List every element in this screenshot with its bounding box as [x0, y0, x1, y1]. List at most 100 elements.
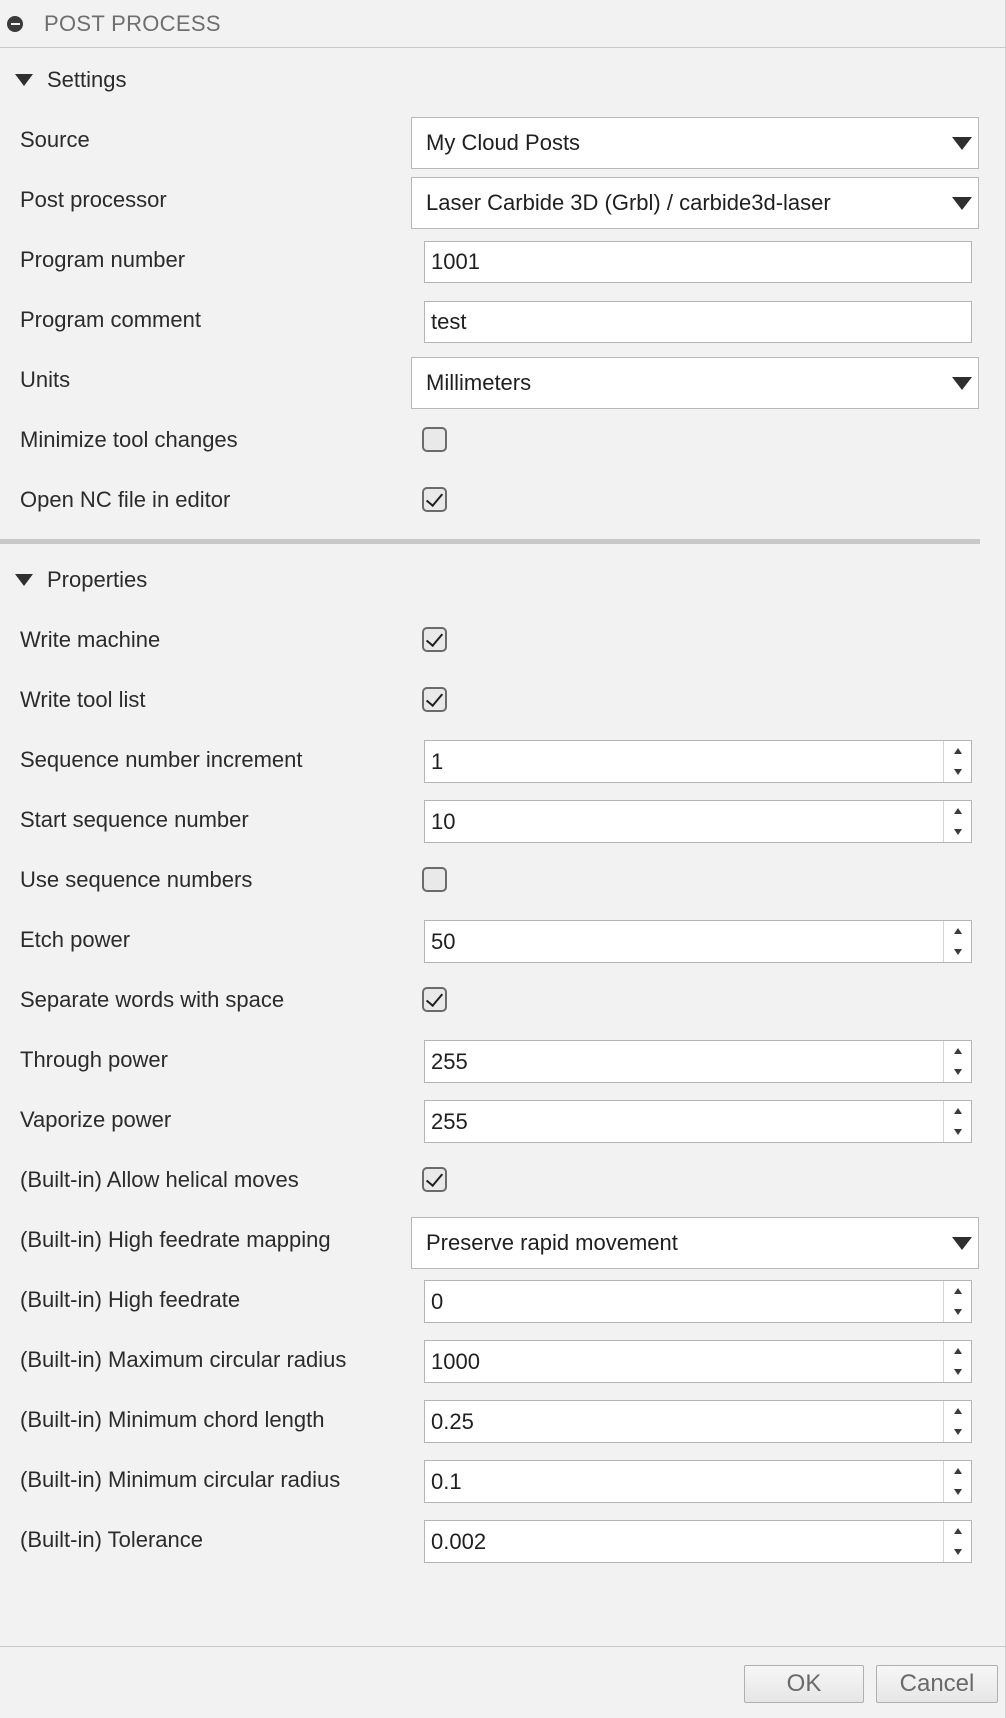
- vaporize-power-input[interactable]: 255: [424, 1100, 972, 1143]
- title-bar: POST PROCESS: [0, 0, 1006, 48]
- high-feedrate-value: 0: [431, 1288, 444, 1314]
- open-nc-file-checkbox[interactable]: [422, 487, 447, 512]
- minimum-chord-length-label: (Built-in) Minimum chord length: [20, 1407, 325, 1432]
- cancel-button[interactable]: Cancel: [876, 1665, 998, 1703]
- write-tool-list-checkbox[interactable]: [422, 687, 447, 712]
- row-units: Units Millimeters: [0, 350, 980, 410]
- spinner-arrows[interactable]: [943, 1281, 971, 1322]
- spinner-up-icon[interactable]: [944, 801, 971, 822]
- row-write-machine: Write machine: [0, 610, 980, 670]
- allow-helical-moves-label: (Built-in) Allow helical moves: [20, 1167, 299, 1192]
- collapse-icon[interactable]: [7, 15, 23, 32]
- minimize-tool-changes-checkbox[interactable]: [422, 427, 447, 452]
- high-feedrate-mapping-label: (Built-in) High feedrate mapping: [20, 1227, 331, 1252]
- high-feedrate-input[interactable]: 0: [424, 1280, 972, 1323]
- maximum-circular-radius-input[interactable]: 1000: [424, 1340, 972, 1383]
- program-number-label: Program number: [20, 247, 186, 272]
- row-sequence-number-increment: Sequence number increment 1: [0, 730, 980, 790]
- spinner-up-icon[interactable]: [944, 921, 971, 942]
- row-program-number: Program number 1001: [0, 230, 980, 290]
- spinner-up-icon[interactable]: [944, 1041, 971, 1062]
- minimum-circular-radius-input[interactable]: 0.1: [424, 1460, 972, 1503]
- program-comment-value: test: [431, 309, 467, 334]
- section-divider[interactable]: [0, 539, 980, 544]
- spinner-arrows[interactable]: [943, 1101, 971, 1142]
- row-program-comment: Program comment test: [0, 290, 980, 350]
- row-post-processor: Post processor Laser Carbide 3D (Grbl) /…: [0, 170, 980, 230]
- row-separate-words: Separate words with space: [0, 970, 980, 1030]
- spinner-arrows[interactable]: [943, 921, 971, 962]
- row-high-feedrate-mapping: (Built-in) High feedrate mapping Preserv…: [0, 1210, 980, 1270]
- spinner-down-icon[interactable]: [944, 1362, 971, 1383]
- spinner-down-icon[interactable]: [944, 1422, 971, 1443]
- row-etch-power: Etch power 50: [0, 910, 980, 970]
- high-feedrate-mapping-select[interactable]: Preserve rapid movement: [411, 1217, 979, 1269]
- sequence-number-increment-input[interactable]: 1: [424, 740, 972, 783]
- settings-header-label: Settings: [47, 67, 127, 92]
- source-value: My Cloud Posts: [426, 130, 581, 155]
- spinner-arrows[interactable]: [943, 801, 971, 842]
- tolerance-input[interactable]: 0.002: [424, 1520, 972, 1563]
- program-number-input[interactable]: 1001: [424, 241, 972, 283]
- minimum-chord-length-input[interactable]: 0.25: [424, 1400, 972, 1443]
- spinner-down-icon[interactable]: [944, 822, 971, 843]
- spinner-arrows[interactable]: [943, 1521, 971, 1562]
- program-comment-input[interactable]: test: [424, 301, 972, 343]
- properties-section-header[interactable]: Properties: [0, 560, 147, 600]
- minimum-chord-length-value: 0.25: [431, 1408, 474, 1434]
- spinner-up-icon[interactable]: [944, 1341, 971, 1362]
- spinner-down-icon[interactable]: [944, 1482, 971, 1503]
- spinner-down-icon[interactable]: [944, 1542, 971, 1563]
- start-sequence-number-input[interactable]: 10: [424, 800, 972, 843]
- open-nc-file-label: Open NC file in editor: [20, 487, 231, 512]
- write-machine-checkbox[interactable]: [422, 627, 447, 652]
- spinner-down-icon[interactable]: [944, 1122, 971, 1143]
- spinner-arrows[interactable]: [943, 1341, 971, 1382]
- dropdown-caret-icon: [952, 197, 972, 210]
- spinner-up-icon[interactable]: [944, 741, 971, 762]
- row-high-feedrate: (Built-in) High feedrate 0: [0, 1270, 980, 1330]
- spinner-down-icon[interactable]: [944, 1302, 971, 1323]
- spinner-arrows[interactable]: [943, 1041, 971, 1082]
- use-sequence-numbers-checkbox[interactable]: [422, 867, 447, 892]
- spinner-up-icon[interactable]: [944, 1461, 971, 1482]
- through-power-label: Through power: [20, 1047, 168, 1072]
- spinner-up-icon[interactable]: [944, 1521, 971, 1542]
- post-processor-select[interactable]: Laser Carbide 3D (Grbl) / carbide3d-lase…: [411, 177, 979, 229]
- spinner-down-icon[interactable]: [944, 1062, 971, 1083]
- high-feedrate-mapping-value: Preserve rapid movement: [426, 1230, 678, 1255]
- row-write-tool-list: Write tool list: [0, 670, 980, 730]
- row-use-sequence-numbers: Use sequence numbers: [0, 850, 980, 910]
- spinner-arrows[interactable]: [943, 1461, 971, 1502]
- start-sequence-number-value: 10: [431, 808, 456, 834]
- through-power-input[interactable]: 255: [424, 1040, 972, 1083]
- spinner-up-icon[interactable]: [944, 1281, 971, 1302]
- spinner-arrows[interactable]: [943, 741, 971, 782]
- units-select[interactable]: Millimeters: [411, 357, 979, 409]
- spinner-down-icon[interactable]: [944, 942, 971, 963]
- program-number-value: 1001: [431, 249, 480, 274]
- expand-triangle-icon[interactable]: [15, 74, 33, 86]
- window-title: POST PROCESS: [44, 10, 221, 36]
- separate-words-checkbox[interactable]: [422, 987, 447, 1012]
- separate-words-label: Separate words with space: [20, 987, 285, 1012]
- spinner-up-icon[interactable]: [944, 1401, 971, 1422]
- spinner-down-icon[interactable]: [944, 762, 971, 783]
- etch-power-label: Etch power: [20, 927, 131, 952]
- minimum-circular-radius-value: 0.1: [431, 1468, 462, 1494]
- write-machine-label: Write machine: [20, 627, 161, 652]
- spinner-arrows[interactable]: [943, 1401, 971, 1442]
- tolerance-value: 0.002: [431, 1528, 487, 1554]
- etch-power-value: 50: [431, 928, 456, 954]
- sequence-number-increment-label: Sequence number increment: [20, 747, 303, 772]
- post-processor-value: Laser Carbide 3D (Grbl) / carbide3d-lase…: [426, 190, 831, 215]
- source-select[interactable]: My Cloud Posts: [411, 117, 979, 169]
- allow-helical-moves-checkbox[interactable]: [422, 1167, 447, 1192]
- source-label: Source: [20, 127, 90, 152]
- expand-triangle-icon[interactable]: [15, 574, 33, 586]
- spinner-up-icon[interactable]: [944, 1101, 971, 1122]
- settings-section-header[interactable]: Settings: [0, 60, 127, 100]
- etch-power-input[interactable]: 50: [424, 920, 972, 963]
- tolerance-label: (Built-in) Tolerance: [20, 1527, 204, 1552]
- ok-button[interactable]: OK: [744, 1665, 864, 1703]
